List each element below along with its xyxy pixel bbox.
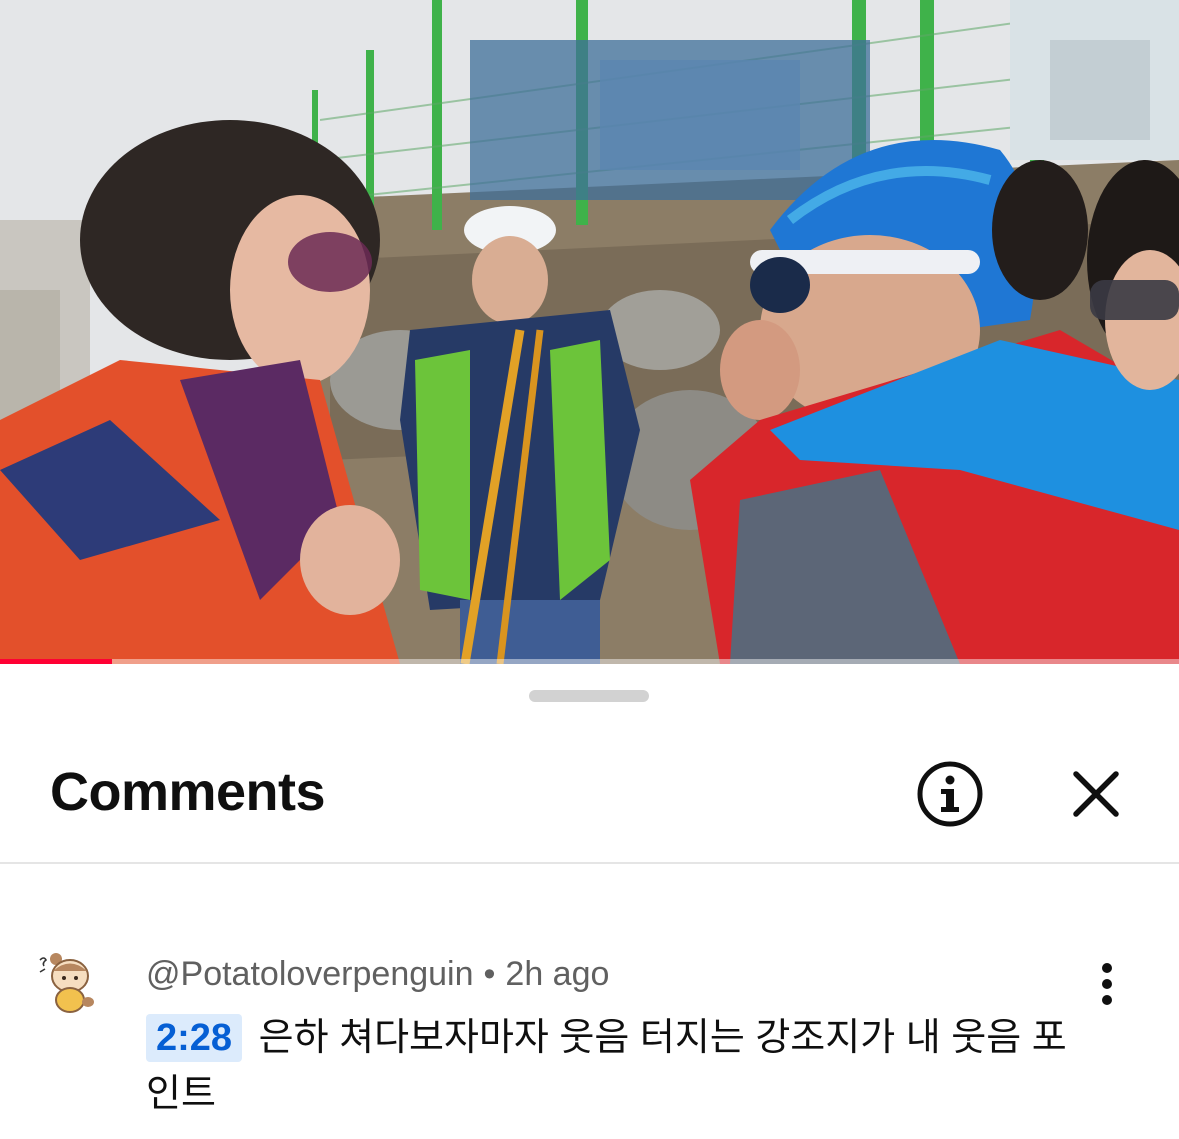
close-button[interactable]	[1058, 756, 1134, 832]
more-options-button[interactable]	[1086, 960, 1128, 1008]
more-vert-icon	[1102, 963, 1112, 1005]
youtube-comments-screen: Comments @Potatoloverpenguin • 2h ago 2:…	[0, 0, 1179, 1139]
close-icon	[1073, 771, 1119, 817]
comment-author[interactable]: @Potatoloverpenguin	[146, 955, 474, 993]
info-button[interactable]	[914, 758, 986, 830]
comment-content: 은하 쳐다보자마자 웃음 터지는 강조지가 내 웃음 포인트	[146, 1017, 1067, 1115]
comment-time: 2h ago	[505, 955, 610, 993]
timestamp-link[interactable]: 2:28	[146, 1014, 243, 1062]
drag-handle[interactable]	[529, 690, 649, 702]
comment-text: 2:28 은하 쳐다보자마자 웃음 터지는 강조지가 내 웃음 포인트	[146, 1010, 1086, 1122]
video-frame-image	[0, 0, 1179, 664]
penguin-avatar-icon	[36, 950, 102, 1016]
header-divider	[0, 862, 1179, 864]
info-icon	[917, 761, 983, 827]
avatar[interactable]	[36, 950, 102, 1016]
video-player[interactable]	[0, 0, 1179, 664]
video-progress-fill	[0, 659, 112, 664]
video-progress-bar[interactable]	[0, 659, 1179, 664]
meta-separator: •	[483, 955, 496, 993]
comment-meta: @Potatoloverpenguin • 2h ago	[146, 952, 609, 996]
comments-sheet: Comments @Potatoloverpenguin • 2h ago 2:…	[0, 666, 1179, 1139]
sheet-title: Comments	[50, 762, 326, 822]
